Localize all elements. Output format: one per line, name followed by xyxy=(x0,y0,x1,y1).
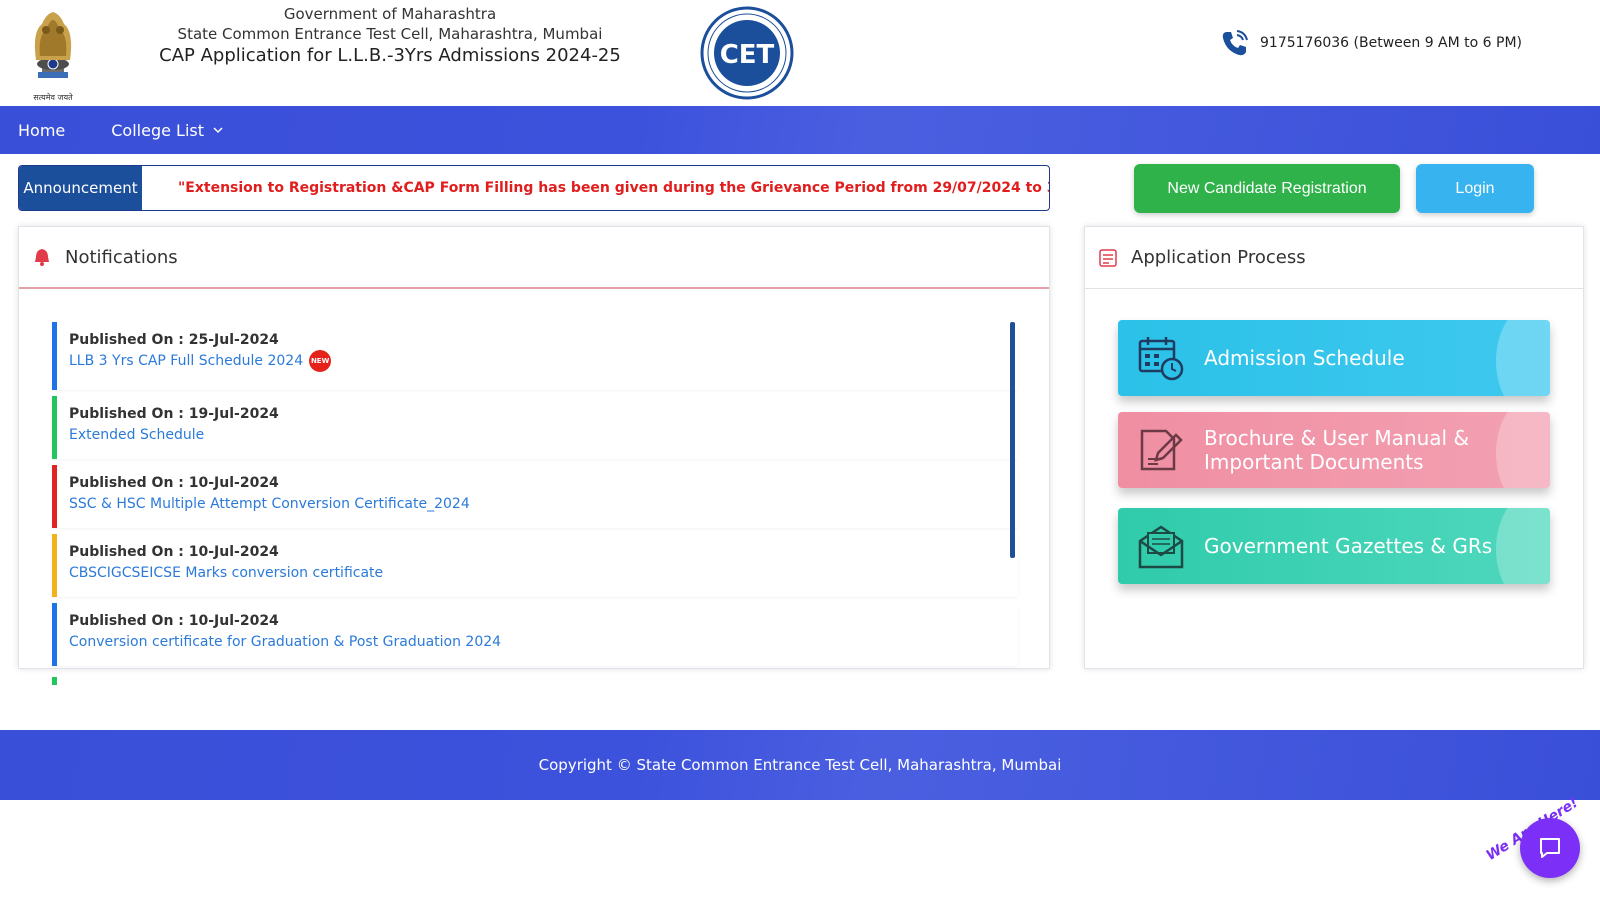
site-header: सत्यमेव जयते Government of Maharashtra S… xyxy=(0,0,1600,106)
emblem-caption: सत्यमेव जयते xyxy=(33,92,73,102)
application-process-title: Application Process xyxy=(1131,247,1306,268)
list-item: Published On : 10-Jul-2024 SSC & HSC Mul… xyxy=(52,465,1018,528)
notification-link[interactable]: SSC & HSC Multiple Attempt Conversion Ce… xyxy=(69,493,470,515)
list-item: Published On : 10-Jul-2024 CBSCIGCSEICSE… xyxy=(52,534,1018,597)
admission-schedule-button[interactable]: Admission Schedule xyxy=(1118,320,1550,396)
helpline: 9175176036 (Between 9 AM to 6 PM) xyxy=(1218,26,1522,60)
bell-icon xyxy=(35,249,49,266)
header-titles: Government of Maharashtra State Common E… xyxy=(130,4,650,68)
chevron-down-icon xyxy=(213,127,223,134)
national-emblem-icon: सत्यमेव जयते xyxy=(33,12,73,102)
notifications-scrollbar[interactable] xyxy=(1010,322,1015,558)
main-nav: Home College List xyxy=(0,106,1600,154)
notification-link-text: CBSCIGCSEICSE Marks conversion certifica… xyxy=(69,565,384,581)
nav-college-list-label: College List xyxy=(111,120,204,140)
notification-link[interactable]: LLB 3 Yrs CAP Full Schedule 2024 NEW xyxy=(69,350,332,372)
site-footer: Copyright © State Common Entrance Test C… xyxy=(0,730,1600,800)
notifications-title: Notifications xyxy=(65,246,178,268)
calendar-clock-icon xyxy=(1138,337,1184,381)
login-button[interactable]: Login xyxy=(1416,164,1534,213)
checklist-icon xyxy=(1099,248,1117,267)
list-item: Published On : 25-Jul-2024 LLB 3 Yrs CAP… xyxy=(52,322,1018,390)
notification-link[interactable]: Conversion certificate for Graduation & … xyxy=(69,631,501,653)
chat-widget[interactable]: We Are Here! xyxy=(1484,795,1594,894)
published-date: Published On : 10-Jul-2024 xyxy=(69,613,279,629)
nav-home[interactable]: Home xyxy=(0,106,83,154)
announcement-label: Announcement xyxy=(19,166,142,210)
envelope-open-icon xyxy=(1138,525,1184,569)
brochure-documents-label: Brochure & User Manual & Important Docum… xyxy=(1204,426,1470,474)
decorative-blob xyxy=(1496,320,1550,396)
copyright-text: Copyright © State Common Entrance Test C… xyxy=(538,756,1062,774)
document-pen-icon xyxy=(1140,429,1183,471)
page-title: CAP Application for L.L.B.-3Yrs Admissio… xyxy=(159,45,621,66)
list-item-edge xyxy=(52,677,57,685)
decorative-blob xyxy=(1496,508,1550,584)
notifications-list: Published On : 25-Jul-2024 LLB 3 Yrs CAP… xyxy=(52,322,1018,672)
notification-link-text: SSC & HSC Multiple Attempt Conversion Ce… xyxy=(69,496,470,512)
header-line-government: Government of Maharashtra xyxy=(283,5,497,23)
cet-logo-text: CET xyxy=(720,40,775,70)
notification-link-text: Extended Schedule xyxy=(69,427,205,443)
nav-college-list[interactable]: College List xyxy=(93,106,242,154)
brochure-documents-button[interactable]: Brochure & User Manual & Important Docum… xyxy=(1118,412,1550,488)
cet-logo: CET xyxy=(700,6,794,100)
published-date: Published On : 10-Jul-2024 xyxy=(69,475,279,491)
government-gazettes-label: Government Gazettes & GRs xyxy=(1204,534,1493,558)
list-item: Published On : 10-Jul-2024 Conversion ce… xyxy=(52,603,1018,666)
list-item: Published On : 19-Jul-2024 Extended Sche… xyxy=(52,396,1018,459)
announcement-bar: Announcement "Extension to Registration … xyxy=(18,165,1050,211)
new-candidate-registration-button[interactable]: New Candidate Registration xyxy=(1134,164,1400,213)
new-badge-icon: NEW xyxy=(309,350,332,372)
notification-link-text: LLB 3 Yrs CAP Full Schedule 2024 xyxy=(69,353,304,369)
published-date: Published On : 19-Jul-2024 xyxy=(69,406,279,422)
decorative-blob xyxy=(1496,412,1550,488)
chat-bubble[interactable] xyxy=(1520,818,1580,878)
chat-icon xyxy=(1540,838,1560,858)
nav-home-label: Home xyxy=(18,120,66,140)
announcement-marquee[interactable]: "Extension to Registration &CAP Form Fil… xyxy=(142,166,1049,210)
notifications-header: Notifications xyxy=(19,227,1049,289)
notification-link[interactable]: CBSCIGCSEICSE Marks conversion certifica… xyxy=(69,562,383,584)
header-line-cell: State Common Entrance Test Cell, Maharas… xyxy=(177,25,603,43)
application-process-header: Application Process xyxy=(1085,227,1583,289)
helpline-number: 9175176036 (Between 9 AM to 6 PM) xyxy=(1260,35,1523,51)
admission-schedule-label: Admission Schedule xyxy=(1204,346,1405,370)
notification-link[interactable]: Extended Schedule xyxy=(69,424,204,446)
published-date: Published On : 10-Jul-2024 xyxy=(69,544,279,560)
phone-icon xyxy=(1222,30,1248,56)
notification-link-text: Conversion certificate for Graduation & … xyxy=(69,634,502,650)
published-date: Published On : 25-Jul-2024 xyxy=(69,332,279,348)
government-gazettes-button[interactable]: Government Gazettes & GRs xyxy=(1118,508,1550,584)
